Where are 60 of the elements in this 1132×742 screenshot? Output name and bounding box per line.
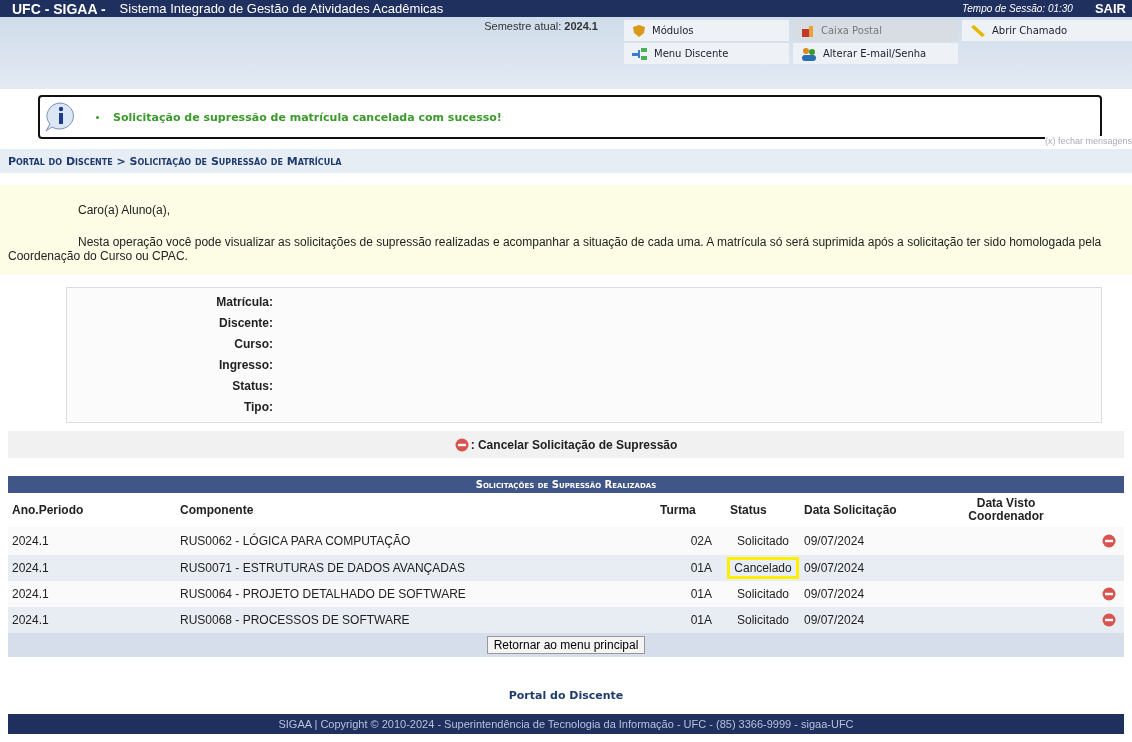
menu-item[interactable]: Alterar E-mail/Senha [793,43,958,64]
cancel-icon[interactable] [1102,534,1116,548]
shield-icon [632,23,646,38]
column-header: Turma [659,503,697,517]
status-cell: Cancelado [727,557,799,579]
session-timer: Tempo de Sessão: 01:30 [962,3,1073,14]
cancel-icon[interactable] [1102,613,1116,627]
column-header: Data Solicitação [803,503,898,517]
table-cell-text: 01A [689,613,713,627]
intro-text: Nesta operação você pode visualizar as solicitações de supressão realizadas e acompanhar a situação de cada uma. A matrícula só será suprimida após a solicitação ter sido homologada pela Coordenação do Curso ou CPAC. [8,235,1103,263]
table-cell-text: 09/07/2024 [803,613,866,627]
status-cell-text: Solicitado [736,612,790,629]
mailbox-icon [801,23,815,38]
current-semester: Semestre atual: 2024.1 [483,20,599,34]
tree-icon [632,47,648,60]
column-header: Ano.Periodo [11,503,85,517]
field-label: Matrícula: [215,294,273,311]
status-cell-text: Solicitado [736,586,790,603]
table-cell-text: RUS0068 - PROCESSOS DE SOFTWARE [179,613,411,627]
table-cell-text: 2024.1 [11,587,50,601]
menu-item[interactable]: Módulos [624,20,789,41]
table-cell-text: 2024.1 [11,534,50,548]
logout-link[interactable]: SAIR [1094,1,1126,16]
footer-text: SIGAA | Copyright © 2010-2024 - Superintendência de Tecnologia da Informação - UFC - (85) 3366-9999 - sigaa-UFC [278,718,854,730]
legend-text: : Cancelar Solicitação de Supressão [470,437,678,452]
status-cell-text: Solicitado [736,533,790,550]
field-label: Ingresso: [218,357,273,374]
portal-link[interactable]: Portal do Discente [508,689,624,702]
table-cell-text: 02A [689,534,713,548]
bullet-icon [96,115,99,119]
greeting-text: Caro(a) Aluno(a), [77,203,172,217]
cancel-icon[interactable] [1102,587,1116,601]
column-header: Componente [179,503,255,517]
field-label: Discente: [217,315,273,332]
breadcrumb: Portal do Discente > Solicitação de Supressão de Matrícula [8,154,342,168]
table-cell-text: 09/07/2024 [803,561,866,575]
menu-item[interactable]: Abrir Chamado [962,20,1132,41]
back-button[interactable]: Retornar ao menu principal [486,636,646,654]
column-header: Status [729,503,768,517]
table-cell-text: 01A [689,561,713,575]
table-cell-text: 01A [689,587,713,601]
pencil-icon [970,23,986,38]
table-cell-text: 2024.1 [11,561,50,575]
table-cell-text: 09/07/2024 [803,534,866,548]
table-cell-text: RUS0062 - LÓGICA PARA COMPUTAÇÃO [179,534,412,548]
table-cell-text: 2024.1 [11,613,50,627]
table-title: Solicitações de Supressão Realizadas [475,479,657,490]
field-label: Curso: [233,336,273,353]
field-label: Tipo: [242,399,273,416]
people-icon [801,46,817,61]
table-cell-text: RUS0064 - PROJETO DETALHADO DE SOFTWARE [179,587,467,601]
table-cell-text: RUS0071 - ESTRUTURAS DE DADOS AVANÇADAS [179,561,466,575]
table-cell-text: 09/07/2024 [803,587,866,601]
menu-item[interactable]: Menu Discente [624,43,789,64]
column-header: Data Visto Coordenador [967,497,1045,523]
cancel-icon[interactable] [454,437,469,452]
system-logo: UFC - SIGAA - [12,0,106,17]
system-name: Sistema Integrado de Gestão de Atividades Acadêmicas [119,1,445,16]
field-label: Status: [231,378,273,395]
success-message: Solicitação de supressão de matrícula cancelada com sucesso! [113,110,502,124]
